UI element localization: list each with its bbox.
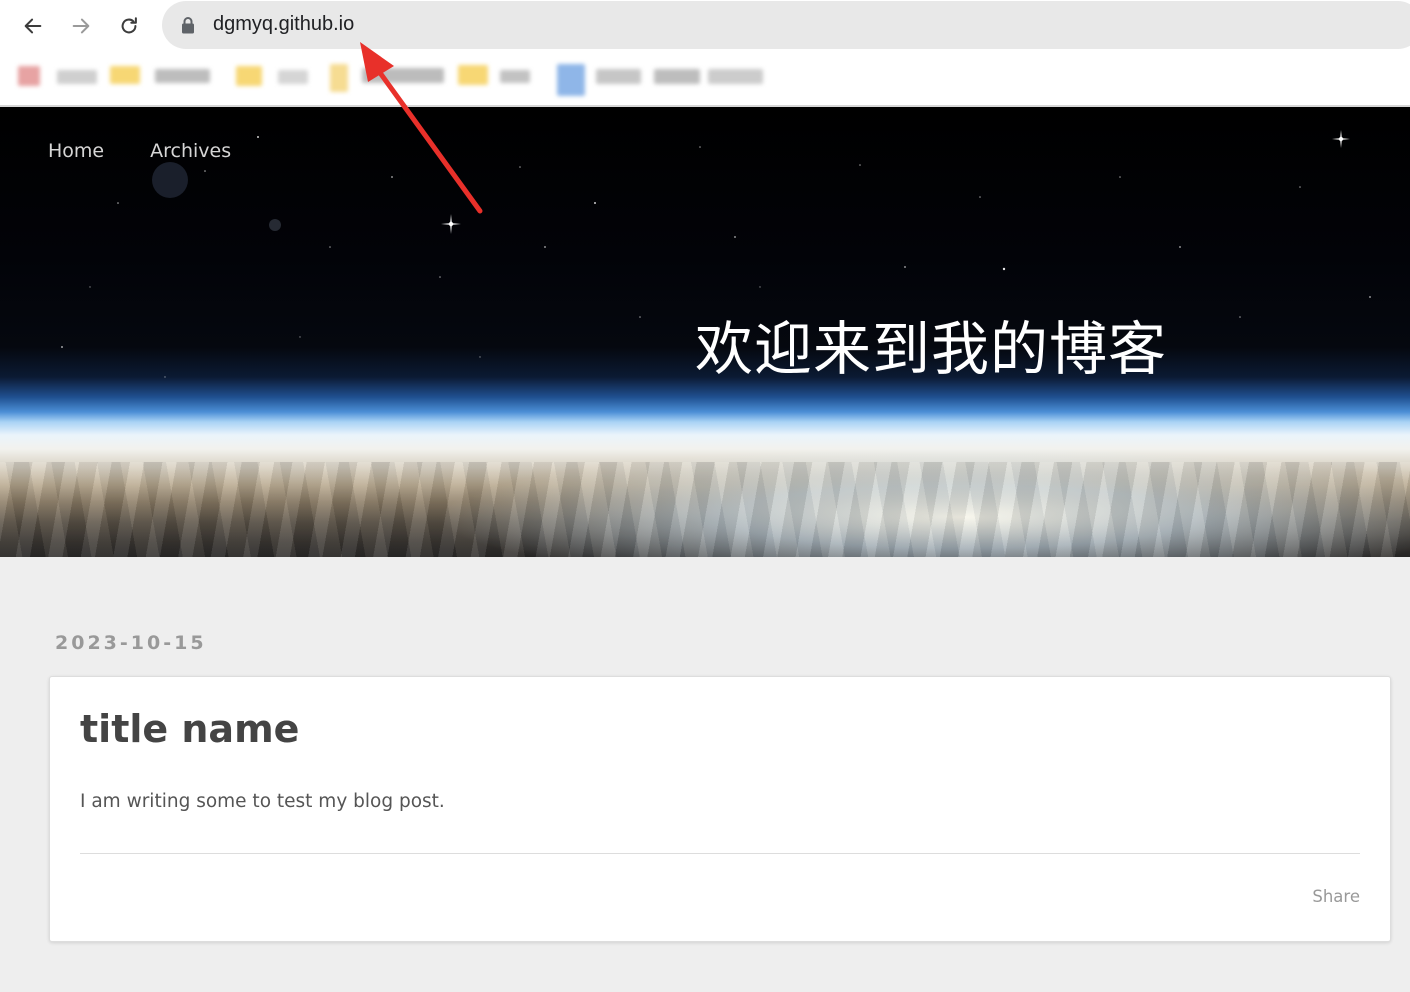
bookmark-item[interactable]: [500, 70, 530, 83]
browser-toolbar: dgmyq.github.io: [0, 0, 1410, 52]
reload-icon: [121, 17, 137, 34]
hero-title: 欢迎来到我的博客: [695, 315, 1168, 383]
bookmark-folder-icon[interactable]: [458, 65, 488, 85]
bookmark-folder-icon[interactable]: [236, 66, 262, 86]
arrow-right-icon: [72, 18, 90, 34]
share-link[interactable]: Share: [1312, 887, 1360, 906]
nav-link-home[interactable]: Home: [48, 140, 104, 162]
bookmark-item[interactable]: [57, 70, 97, 84]
post-title[interactable]: title name: [80, 707, 299, 751]
nav-link-archives[interactable]: Archives: [150, 140, 231, 162]
post-date[interactable]: 2023-10-15: [55, 632, 207, 654]
hero-banner: Home Archives 欢迎来到我的博客: [0, 107, 1410, 557]
bookmarks-bar: [0, 52, 1410, 107]
bookmark-item[interactable]: [654, 69, 700, 84]
back-button[interactable]: [15, 8, 51, 44]
post-card: title name I am writing some to test my …: [49, 676, 1391, 942]
bookmark-item[interactable]: [596, 69, 641, 84]
bookmark-favicon-icon[interactable]: [18, 66, 40, 86]
bookmark-item[interactable]: [278, 70, 308, 84]
bookmark-folder-icon[interactable]: [330, 64, 348, 92]
cloud-texture: [0, 462, 1410, 557]
lock-icon[interactable]: [180, 16, 196, 34]
post-divider: [80, 853, 1360, 854]
reload-button[interactable]: [111, 8, 147, 44]
post-excerpt: I am writing some to test my blog post.: [80, 791, 445, 812]
arrow-left-icon: [24, 18, 42, 34]
bookmark-item[interactable]: [362, 68, 444, 83]
site-nav: Home Archives: [48, 140, 231, 162]
url-text[interactable]: dgmyq.github.io: [213, 13, 354, 36]
bookmark-item[interactable]: [708, 69, 763, 84]
bookmark-item[interactable]: [155, 69, 210, 83]
bookmark-folder-icon[interactable]: [110, 66, 140, 84]
address-bar[interactable]: dgmyq.github.io: [162, 1, 1410, 49]
bookmark-favicon-icon[interactable]: [557, 64, 585, 96]
forward-button[interactable]: [63, 8, 99, 44]
